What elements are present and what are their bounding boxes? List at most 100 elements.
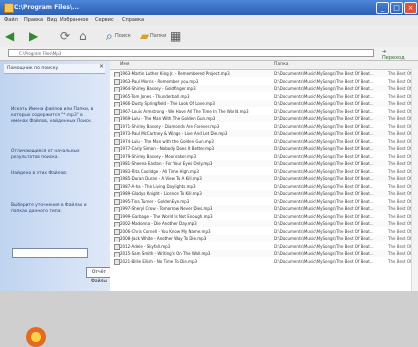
menu-edit[interactable]: Правка <box>24 17 43 23</box>
file-name: 1971-Shirley Bassey - Diamonds Are Forev… <box>120 123 220 129</box>
file-folder: D:\Documents\Music\MySongs\The Best Of B… <box>274 228 374 234</box>
window-title: C:\Program Files\... <box>14 4 79 11</box>
file-row[interactable]: 1964-Shirley Bassey - Goldfinger.mp3 D:\D… <box>110 85 418 92</box>
file-row[interactable]: 1981-Sheena Easton - For Your Eyes Only.… <box>110 160 418 167</box>
file-name: 1999-Garbage - The World Is Not Enough.m… <box>120 213 213 219</box>
maximize-button[interactable]: □ <box>390 2 403 14</box>
file-row[interactable]: 2002-Madonna - Die Another Day.mp3 D:\Doc… <box>110 220 418 227</box>
file-row[interactable]: 1966-Dusty Springfield - The Look Of Lov… <box>110 100 418 107</box>
file-name: 2015-Sam Smith - Writing's On The Wall.m… <box>120 251 211 256</box>
up-folder-icon[interactable]: ⌂ <box>79 29 87 43</box>
file-folder: D:\Documents\Music\MySongs\The Best Of B… <box>274 191 374 196</box>
file-folder: D:\Documents\Music\MySongs\The Best Of B… <box>274 206 374 211</box>
file-folder: D:\Documents\Music\MySongs\The Best Of B… <box>274 138 374 144</box>
panel-input[interactable] <box>12 248 88 258</box>
file-list: Имя Папка 1963-Martin Luther King Jr. - … <box>110 61 418 291</box>
menu-tools[interactable]: Сервис <box>95 17 114 23</box>
file-name: 2006-Chris Cornell - You Know My Name.mp… <box>120 228 211 234</box>
file-folder: D:\Documents\Music\MySongs\The Best Of B… <box>274 131 374 136</box>
file-row[interactable]: 1979-Shirley Bassey - Moonraker.mp3 D:\Do… <box>110 153 418 160</box>
folder-icon <box>4 3 14 13</box>
file-name: 1966-Dusty Springfield - The Look Of Lov… <box>120 101 215 106</box>
file-row[interactable]: 1963-Paul Morris - Remember you.mp3 D:\Do… <box>110 78 418 85</box>
address-bar: C:\Program Files\Mp3 ➜ Переход <box>0 47 418 61</box>
file-row[interactable]: 1965-Tom Jones - Thunderball.mp3 D:\Docum… <box>110 93 418 100</box>
file-row[interactable]: 2012-Adele - Skyfall.mp3 D:\Documents\Mus… <box>110 243 418 250</box>
file-row[interactable]: 1997-Sheryl Crow - Tomorrow Never Dies.m… <box>110 205 418 212</box>
file-list-scrollbar[interactable] <box>411 69 418 291</box>
menu-bar: Файл Правка Вид Избранное Сервис Справка <box>0 15 418 25</box>
refresh-icon[interactable]: ⟳ <box>60 29 70 43</box>
views-icon[interactable]: ▦ <box>170 29 181 43</box>
search-assistant-icon <box>26 327 46 347</box>
file-row[interactable]: 1987-A-ha - The Living Daylights.mp3 D:\D… <box>110 183 418 190</box>
file-folder: D:\Documents\Music\MySongs\The Best Of B… <box>274 236 374 241</box>
file-folder: D:\Documents\Music\MySongs\The Best Of B… <box>274 243 374 249</box>
file-row[interactable]: 1983-Rita Coolidge - All Time High.mp3 D:… <box>110 168 418 175</box>
file-folder: D:\Documents\Music\MySongs\The Best Of B… <box>274 168 374 174</box>
menu-favorites[interactable]: Избранное <box>60 17 88 23</box>
menu-view[interactable]: Вид <box>47 17 57 23</box>
file-folder: D:\Documents\Music\MySongs\The Best Of B… <box>274 221 374 226</box>
file-row[interactable]: 1999-Garbage - The World Is Not Enough.m… <box>110 213 418 220</box>
file-folder: D:\Documents\Music\MySongs\The Best Of B… <box>274 78 374 84</box>
file-name: 1963-Paul Morris - Remember you.mp3 <box>120 78 199 84</box>
minimize-button[interactable]: _ <box>376 2 389 14</box>
go-button[interactable]: ➜ Переход <box>382 49 410 61</box>
header-name[interactable]: Имя <box>120 62 129 67</box>
file-row[interactable]: 1974-Lulu - The Man with the Golden Gun.… <box>110 138 418 145</box>
panel-close-icon[interactable]: × <box>99 63 108 70</box>
file-row[interactable]: 2008-Jack White - Another Way To Die.mp3… <box>110 235 418 242</box>
file-row[interactable]: 2021-Billie Eilish - No Time To Die.mp3 D… <box>110 258 418 265</box>
file-name: 1963-Martin Luther King Jr. - Remembered… <box>120 71 230 76</box>
file-folder: D:\Documents\Music\MySongs\The Best Of B… <box>274 108 374 114</box>
file-row[interactable]: 2015-Sam Smith - Writing's On The Wall.m… <box>110 250 418 257</box>
menu-help[interactable]: Справка <box>122 17 144 23</box>
file-name: 1965-Tom Jones - Thunderball.mp3 <box>120 93 190 99</box>
file-row[interactable]: 1969-Lulu - The Man With The Golden Gun.… <box>110 115 418 122</box>
file-name: 1995-Tina Turner - GoldenEye.mp3 <box>120 198 190 204</box>
file-folder: D:\Documents\Music\MySongs\The Best Of B… <box>274 101 374 106</box>
file-name: 2021-Billie Eilish - No Time To Die.mp3 <box>120 258 198 264</box>
panel-text-2[interactable]: Отличающиеся от начальных результатов по… <box>11 149 95 161</box>
file-name: 1983-Rita Coolidge - All Time High.mp3 <box>120 168 199 174</box>
file-row[interactable]: 1971-Shirley Bassey - Diamonds Are Forev… <box>110 123 418 130</box>
file-row[interactable]: 1977-Carly Simon - Nobody Does It Better… <box>110 145 418 152</box>
folders-button-label[interactable]: Папки <box>150 33 166 39</box>
explorer-window: C:\Program Files\... _ □ × Файл Правка В… <box>0 0 418 347</box>
file-name: 1973-Paul McCartney & Wings - Live And L… <box>120 131 228 136</box>
file-name: 1985-Duran Duran - A View To A Kill.mp3 <box>120 176 202 181</box>
file-folder: D:\Documents\Music\MySongs\The Best Of B… <box>274 146 374 151</box>
close-button[interactable]: × <box>404 2 417 14</box>
folders-icon[interactable]: ▰ <box>140 29 149 43</box>
file-name: 1967-Louis Armstrong - We Have All The T… <box>120 108 249 114</box>
file-row[interactable]: 1963-Martin Luther King Jr. - Remembered… <box>110 70 418 77</box>
header-folder[interactable]: Папка <box>274 62 289 67</box>
file-name: 1964-Shirley Bassey - Goldfinger.mp3 <box>120 86 196 91</box>
panel-text-4[interactable]: Выберите уточнения в Файлах и папках дан… <box>11 203 95 215</box>
file-name: 2002-Madonna - Die Another Day.mp3 <box>120 221 197 226</box>
file-row[interactable]: 1973-Paul McCartney & Wings - Live And L… <box>110 130 418 137</box>
menu-file[interactable]: Файл <box>4 17 18 23</box>
panel-text-1: Искать Имена файлов или Папки, в которых… <box>11 107 94 124</box>
file-list-header: Имя Папка <box>110 61 418 70</box>
address-input[interactable]: C:\Program Files\Mp3 <box>8 49 374 57</box>
file-folder: D:\Documents\Music\MySongs\The Best Of B… <box>274 71 374 76</box>
file-row[interactable]: 1995-Tina Turner - GoldenEye.mp3 D:\Docum… <box>110 198 418 205</box>
back-button[interactable]: ◀ <box>5 29 14 43</box>
search-icon[interactable]: ⌕ <box>106 29 113 43</box>
panel-button[interactable]: Отчёт Файлы <box>86 267 112 284</box>
file-row[interactable]: 1989-Gladys Knight - Licence To Kill.mp3… <box>110 190 418 197</box>
file-folder: D:\Documents\Music\MySongs\The Best Of B… <box>274 213 374 219</box>
file-name: 2012-Adele - Skyfall.mp3 <box>120 243 171 249</box>
file-row[interactable]: 1967-Louis Armstrong - We Have All The T… <box>110 108 418 115</box>
file-name: 1981-Sheena Easton - For Your Eyes Only.… <box>120 161 213 166</box>
panel-text-3: Найдено в этих Файлов: <box>11 171 68 176</box>
search-button-label[interactable]: Поиск <box>115 33 131 39</box>
file-name: 1979-Shirley Bassey - Moonraker.mp3 <box>120 153 196 159</box>
file-name: 1989-Gladys Knight - Licence To Kill.mp3 <box>120 191 202 196</box>
forward-button[interactable]: ▶ <box>29 29 38 43</box>
file-folder: D:\Documents\Music\MySongs\The Best Of B… <box>274 198 374 204</box>
file-row[interactable]: 1985-Duran Duran - A View To A Kill.mp3 D… <box>110 175 418 182</box>
file-row[interactable]: 2006-Chris Cornell - You Know My Name.mp… <box>110 228 418 235</box>
